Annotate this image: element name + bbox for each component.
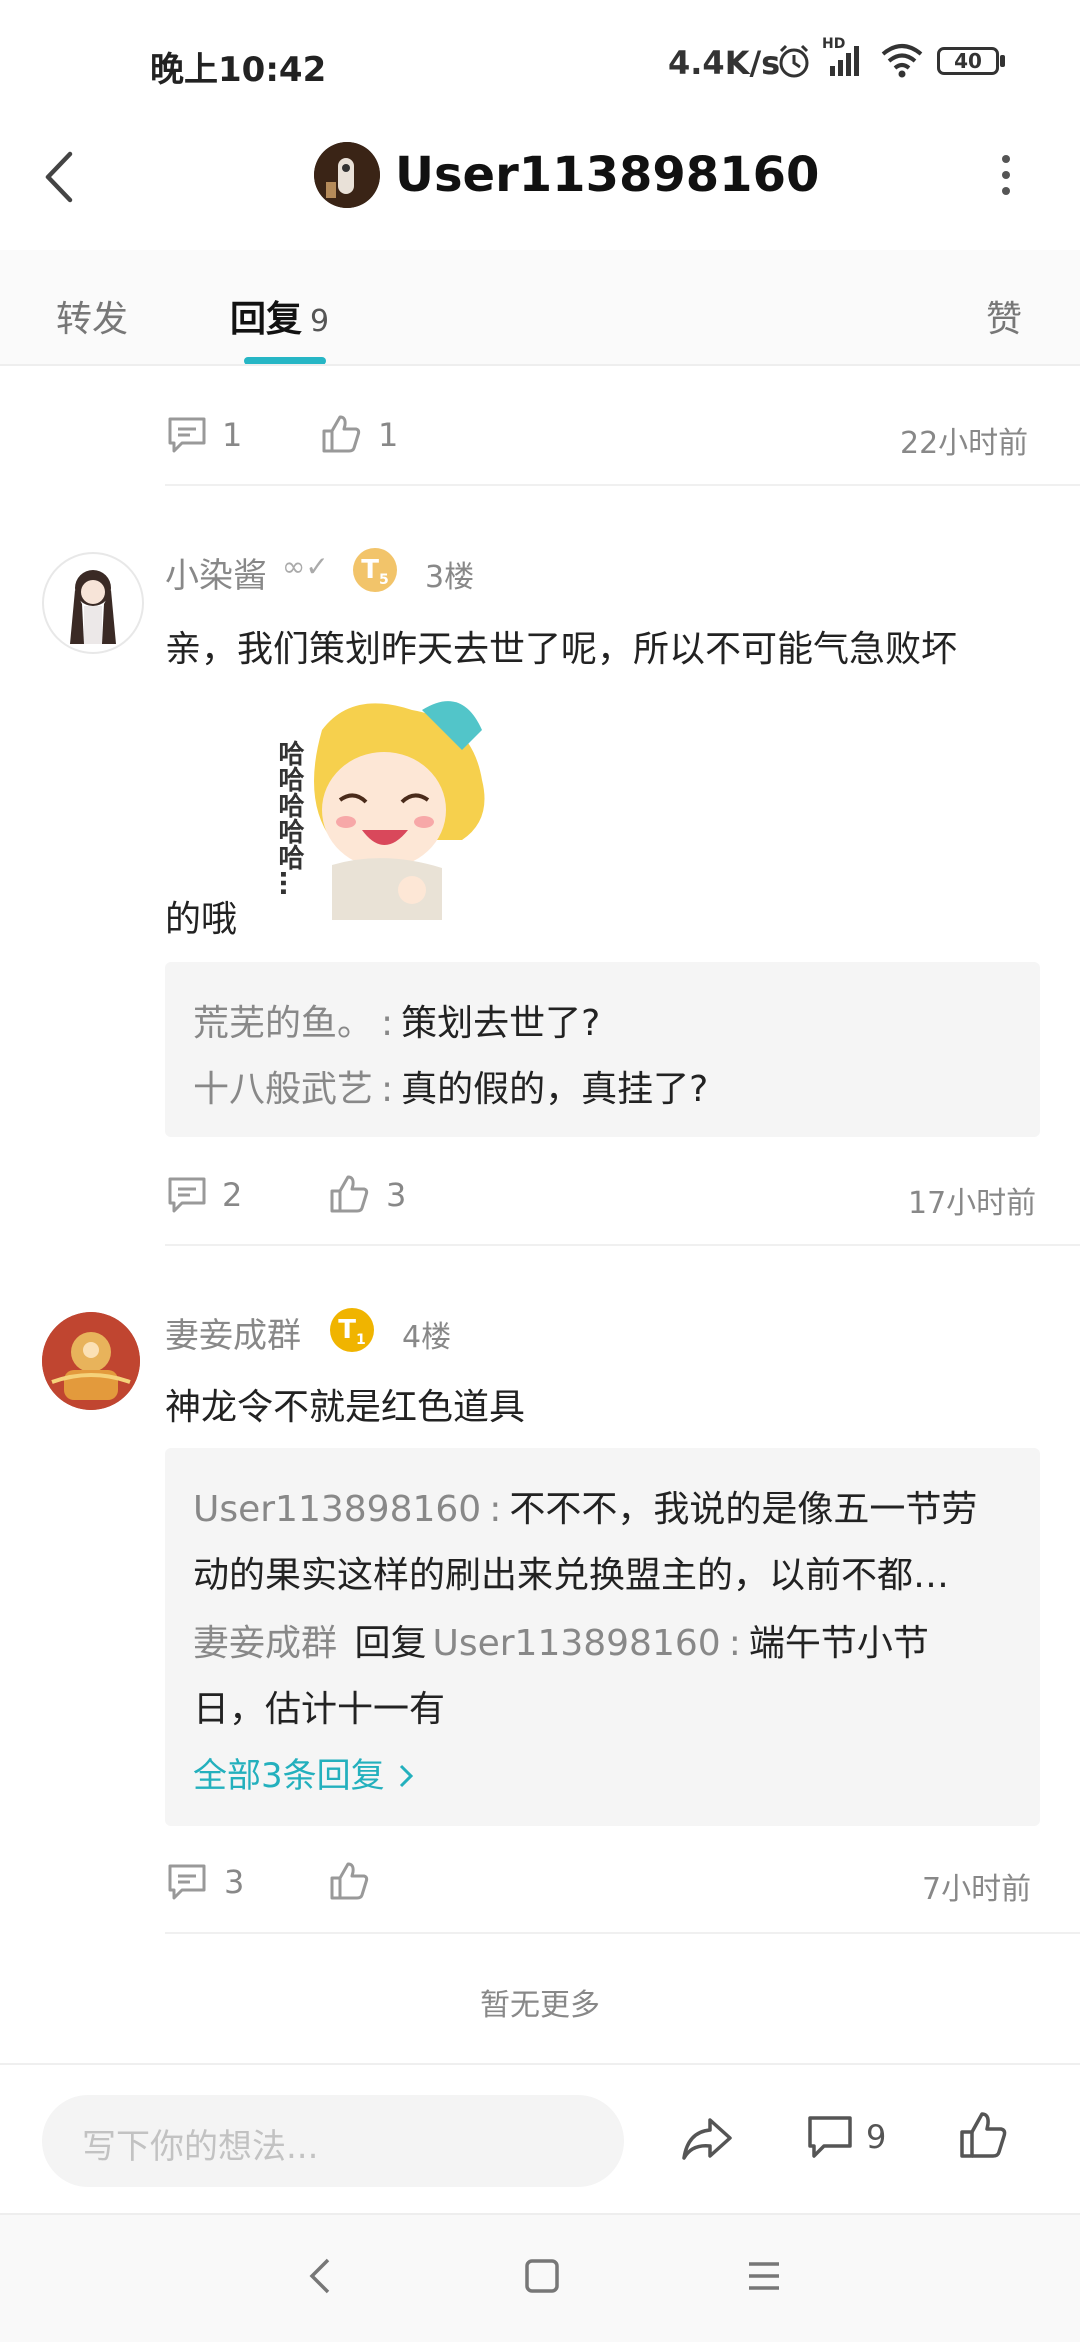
network-speed: 4.4K/s (668, 44, 781, 82)
sub-reply-continued: 动的果实这样的刷出来兑换盟主的，以前不都… (193, 1555, 950, 1596)
alarm-icon (779, 44, 809, 78)
sub-reply[interactable]: User113898160: 不不不，我说的是像五一节劳 (193, 1480, 977, 1532)
page-title: User113898160 (395, 147, 820, 203)
status-bar: 晚上10:42 4.4K/s HD 40 (0, 0, 1080, 130)
reply-avatar[interactable] (42, 1312, 140, 1410)
sub-replies-box[interactable]: User113898160: 不不不，我说的是像五一节劳 动的果实这样的刷出来兑换… (165, 1448, 1040, 1826)
status-time: 晚上10:42 (150, 50, 327, 90)
wifi-icon (881, 44, 923, 78)
tab-replies[interactable]: 回复 9 (230, 290, 329, 342)
comment-input[interactable]: 写下你的想法... (42, 2095, 624, 2187)
like-icon[interactable] (320, 413, 362, 455)
like-count: 1 (378, 416, 399, 454)
sub-reply[interactable]: 妻妾成群 回复 User113898160: 端午节小节 (193, 1614, 929, 1666)
sub-reply-author[interactable]: User113898160 (193, 1489, 481, 1530)
sub-reply[interactable]: 十八般武艺: 真的假的，真挂了? (193, 1060, 708, 1112)
back-arrow-icon[interactable] (40, 150, 80, 204)
post-time: 22小时前 (900, 426, 1029, 461)
floor-number: 3楼 (425, 560, 475, 595)
sub-reply-author[interactable]: 十八般武艺 (193, 1069, 373, 1110)
sub-reply-text: 不不不，我说的是像五一节劳 (509, 1489, 978, 1530)
more-options-icon[interactable] (996, 150, 1016, 200)
reply-target[interactable]: User113898160 (432, 1623, 720, 1664)
nav-menu-icon[interactable] (746, 2256, 782, 2296)
nav-back-icon[interactable] (306, 2256, 334, 2296)
sticker-text: 哈哈哈哈哈… (274, 740, 304, 896)
sub-reply[interactable]: 荒芜的鱼。: 策划去世了? (193, 994, 600, 1046)
comment-icon[interactable] (166, 415, 208, 455)
decoration-icon: ∞✓ (282, 550, 329, 583)
reply-username[interactable]: 小染酱 (165, 548, 267, 597)
divider (165, 484, 1080, 486)
divider (165, 1244, 1080, 1246)
comment-count: 2 (222, 1176, 243, 1214)
separator: : (728, 1623, 741, 1664)
tab-replies-label: 回复 (230, 299, 303, 340)
like-icon[interactable] (958, 2110, 1008, 2160)
comment-count: 3 (224, 1863, 245, 1901)
comment-input-placeholder: 写下你的想法... (82, 2127, 319, 2167)
like-icon[interactable] (328, 1860, 370, 1902)
comment-icon[interactable] (166, 1862, 208, 1902)
end-of-list-label: 暂无更多 (480, 1988, 600, 2023)
reply-avatar[interactable] (42, 552, 144, 654)
separator: : (381, 1069, 394, 1110)
divider (165, 1932, 1080, 1934)
comment-total: 9 (866, 2118, 887, 2156)
reply-word: 回复 (354, 1623, 427, 1664)
reply-content: 亲，我们策划昨天去世了呢，所以不可能气急败坏 (165, 629, 958, 670)
tab-divider (0, 364, 1080, 366)
comment-icon[interactable] (806, 2114, 854, 2162)
sub-reply-continued: 日，估计十一有 (193, 1689, 446, 1730)
sub-reply-text: 端午节小节 (748, 1623, 929, 1664)
tab-likes[interactable]: 赞 (986, 290, 1022, 342)
reply-content: 神龙令不就是红色道具 (165, 1387, 526, 1428)
like-icon[interactable] (328, 1173, 370, 1215)
level-badge: T1 (330, 1308, 374, 1352)
reply-username[interactable]: 妻妾成群 (165, 1308, 301, 1357)
reply-content-continued: 的哦 (165, 899, 238, 940)
tab-bar (0, 250, 1080, 366)
comment-count: 1 (222, 416, 243, 454)
sub-reply-author[interactable]: 妻妾成群 (193, 1623, 337, 1664)
like-count: 3 (386, 1176, 407, 1214)
reply-time: 17小时前 (908, 1186, 1037, 1221)
sub-reply-text: 真的假的，真挂了? (401, 1069, 709, 1110)
tab-replies-count: 9 (310, 304, 330, 339)
user-avatar[interactable] (314, 142, 380, 208)
view-all-replies-label: 全部3条回复 (193, 1756, 385, 1796)
chevron-right-icon (400, 1764, 414, 1788)
sub-reply-author[interactable]: 荒芜的鱼。 (193, 1003, 373, 1044)
separator: : (489, 1489, 502, 1530)
reply-time: 7小时前 (922, 1872, 1032, 1907)
share-icon[interactable] (680, 2114, 734, 2164)
comment-icon[interactable] (166, 1175, 208, 1215)
separator: : (381, 1003, 394, 1044)
laughing-sticker: 哈哈哈哈哈… (262, 690, 502, 930)
sub-replies-box[interactable]: 荒芜的鱼。: 策划去世了? 十八般武艺: 真的假的，真挂了? (165, 962, 1040, 1137)
battery-tip (1000, 55, 1005, 67)
sub-reply-text: 策划去世了? (401, 1003, 601, 1044)
signal-icon: HD (822, 36, 862, 80)
floor-number: 4楼 (402, 1320, 452, 1355)
level-badge: T5 (353, 548, 397, 592)
nav-home-icon[interactable] (524, 2256, 560, 2296)
tab-forward[interactable]: 转发 (56, 290, 128, 342)
view-all-replies-link[interactable]: 全部3条回复 (193, 1748, 417, 1797)
battery-icon: 40 (937, 47, 999, 75)
